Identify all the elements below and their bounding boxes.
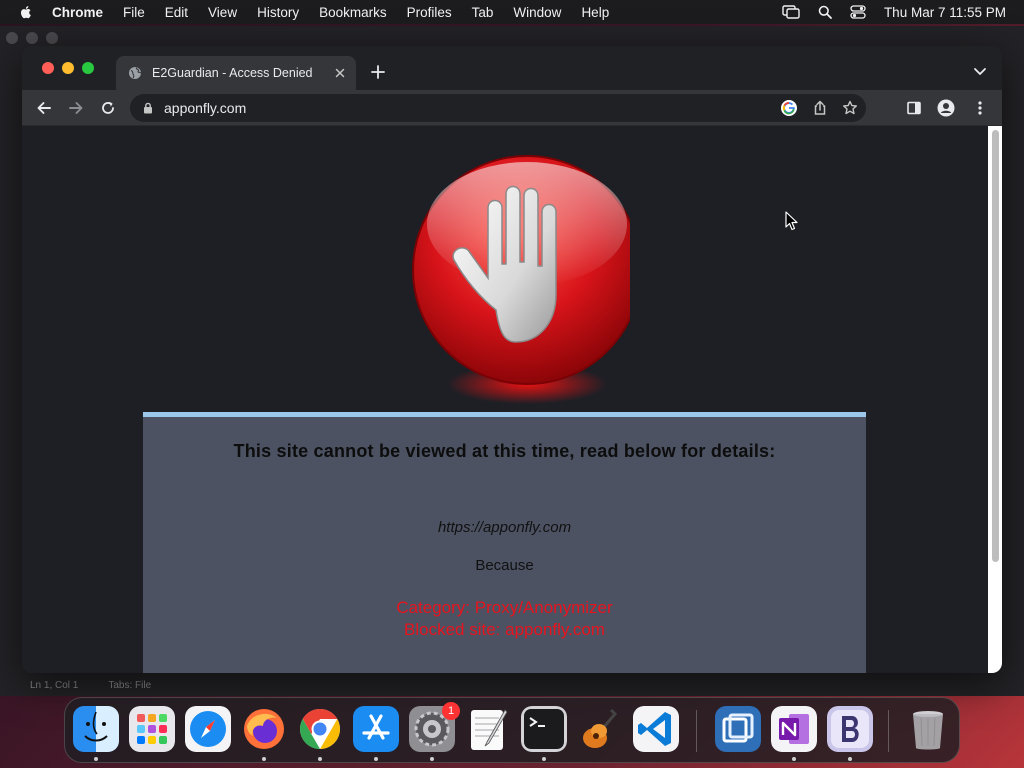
menu-history[interactable]: History	[257, 5, 299, 20]
tab-search-chevron-icon[interactable]	[972, 63, 988, 79]
block-category: Category: Proxy/Anonymizer	[396, 598, 613, 617]
tab-strip: E2Guardian - Access Denied	[22, 46, 1002, 90]
bg-status-position: Ln 1, Col 1	[30, 680, 79, 691]
menu-bar: Chrome File Edit View History Bookmarks …	[0, 0, 1024, 24]
spotlight-search-icon[interactable]	[818, 5, 832, 19]
forward-button[interactable]	[66, 98, 86, 118]
side-panel-button[interactable]	[904, 98, 924, 118]
chrome-menu-button[interactable]	[970, 98, 990, 118]
reload-icon	[102, 101, 114, 114]
app-store-icon[interactable]	[353, 706, 399, 752]
bg-minimize-button[interactable]	[26, 32, 38, 44]
menu-view[interactable]: View	[208, 5, 237, 20]
menu-tab[interactable]: Tab	[472, 5, 494, 20]
mouse-pointer-icon	[785, 211, 798, 231]
firefox-icon[interactable]	[241, 706, 287, 752]
safari-icon[interactable]	[185, 706, 231, 752]
onenote-icon[interactable]	[771, 706, 817, 752]
page-viewport: This site cannot be viewed at this time,…	[22, 126, 988, 673]
menu-window[interactable]: Window	[513, 5, 561, 20]
launchpad-icon[interactable]	[129, 706, 175, 752]
onenote-running-indicator	[792, 757, 796, 761]
kebab-menu-icon	[978, 101, 982, 115]
address-bar[interactable]: apponfly.com	[130, 94, 866, 122]
close-window-button[interactable]	[42, 62, 54, 74]
terminal-running-indicator	[542, 757, 546, 761]
apple-icon[interactable]	[18, 4, 34, 20]
bg-close-button[interactable]	[6, 32, 18, 44]
screen-sharing-icon[interactable]	[715, 706, 761, 752]
dock: 1	[64, 697, 960, 763]
stop-hand-icon	[412, 155, 630, 404]
bg-status-tabs: Tabs: File	[108, 680, 152, 691]
google-lens-icon[interactable]	[780, 99, 798, 117]
share-icon[interactable]	[812, 100, 828, 116]
address-bar-url[interactable]: apponfly.com	[164, 100, 866, 116]
garageband-icon[interactable]	[577, 706, 623, 752]
settings-running-indicator	[430, 757, 434, 761]
reload-button[interactable]	[98, 98, 118, 118]
tab-active[interactable]: E2Guardian - Access Denied	[116, 56, 356, 90]
settings-notification-badge: 1	[442, 702, 460, 720]
window-controls	[42, 62, 94, 74]
bbedit-icon[interactable]	[827, 706, 873, 752]
side-panel-icon	[907, 101, 921, 115]
block-reason: Category: Proxy/Anonymizer Blocked site:…	[143, 597, 866, 641]
page-title: This site cannot be viewed at this time,…	[233, 441, 776, 461]
app-store-running-indicator	[374, 757, 378, 761]
screen-mirroring-icon[interactable]	[782, 5, 800, 19]
address-bar-actions	[780, 99, 858, 117]
firefox-running-indicator	[262, 757, 266, 761]
globe-icon	[129, 67, 142, 79]
arrow-right-icon	[69, 102, 83, 114]
arrow-left-icon	[37, 102, 51, 114]
blocked-url: https://apponfly.com	[437, 519, 572, 536]
chrome-window: E2Guardian - Access Denied apponfly.com …	[22, 46, 1002, 673]
access-denied-panel: This site cannot be viewed at this time,…	[143, 412, 866, 673]
control-center-icon[interactable]	[850, 5, 866, 19]
finder-icon[interactable]	[73, 706, 119, 752]
menu-profiles[interactable]: Profiles	[407, 5, 452, 20]
lock-icon[interactable]	[142, 102, 154, 114]
profile-button[interactable]	[936, 98, 956, 118]
vscode-icon[interactable]	[633, 706, 679, 752]
bg-zoom-button[interactable]	[46, 32, 58, 44]
menu-edit[interactable]: Edit	[165, 5, 188, 20]
chrome-icon[interactable]	[297, 706, 343, 752]
bookmark-star-icon[interactable]	[842, 100, 858, 116]
background-status-bar: Ln 1, Col 1 Tabs: File	[30, 680, 151, 691]
dock-separator-trash	[888, 710, 889, 752]
tab-title: E2Guardian - Access Denied	[152, 66, 313, 80]
finder-running-indicator	[94, 757, 98, 761]
dock-separator	[696, 710, 697, 752]
profile-avatar-icon	[937, 99, 955, 117]
because-label: Because	[475, 557, 534, 574]
page-scrollbar[interactable]	[988, 126, 1002, 673]
browser-toolbar: apponfly.com	[22, 90, 1002, 126]
menu-file[interactable]: File	[123, 5, 145, 20]
plus-icon	[371, 65, 385, 79]
new-tab-button[interactable]	[368, 62, 388, 82]
menu-app-name[interactable]: Chrome	[52, 5, 103, 20]
background-window-controls	[6, 32, 58, 44]
menu-bookmarks[interactable]: Bookmarks	[319, 5, 387, 20]
zoom-window-button[interactable]	[82, 62, 94, 74]
chrome-running-indicator	[318, 757, 322, 761]
menu-bar-clock[interactable]: Thu Mar 7 11:55 PM	[884, 5, 1006, 20]
trash-icon[interactable]	[905, 706, 951, 752]
textedit-icon[interactable]	[465, 706, 511, 752]
minimize-window-button[interactable]	[62, 62, 74, 74]
terminal-icon[interactable]	[521, 706, 567, 752]
blocked-site: Blocked site: apponfly.com	[404, 620, 605, 639]
scrollbar-thumb[interactable]	[992, 130, 999, 562]
tab-close-button[interactable]	[330, 63, 350, 83]
menu-help[interactable]: Help	[581, 5, 609, 20]
back-button[interactable]	[34, 98, 54, 118]
close-icon	[335, 68, 345, 78]
bbedit-running-indicator	[848, 757, 852, 761]
